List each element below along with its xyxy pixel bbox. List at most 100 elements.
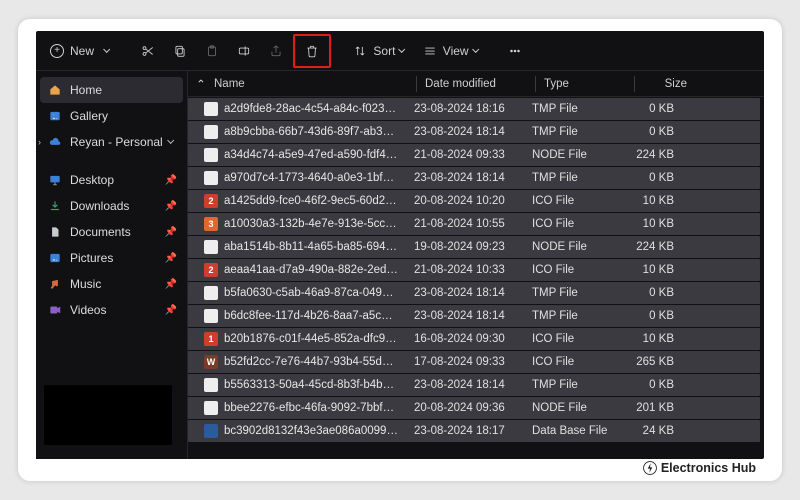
new-button[interactable]: + New bbox=[42, 37, 119, 65]
share-icon bbox=[269, 44, 283, 58]
table-row[interactable]: a2d9fde8-28ac-4c54-a84c-f023a075f77e...2… bbox=[188, 98, 760, 120]
table-row[interactable]: bbee2276-efbc-46fa-9092-7bbfeeb6d59...20… bbox=[188, 397, 760, 419]
file-name: bbee2276-efbc-46fa-9092-7bbfeeb6d59... bbox=[224, 402, 398, 414]
table-row[interactable]: a34d4c74-a5e9-47ed-a590-fdf40eae55f0... 2… bbox=[188, 144, 760, 166]
file-name: a1425dd9-fce0-46f2-9ec5-60d2ebe85eef... bbox=[224, 195, 398, 207]
sidebar-item-reyan-personal[interactable]: ›Reyan - Personal bbox=[40, 129, 183, 155]
file-explorer-window: + New bbox=[36, 31, 764, 459]
rename-button[interactable] bbox=[229, 37, 259, 65]
file-date: 23-08-2024 18:17 bbox=[406, 425, 524, 437]
column-header-date[interactable]: Date modified bbox=[417, 78, 535, 90]
file-type: TMP File bbox=[524, 103, 622, 115]
chevron-down-icon bbox=[103, 46, 111, 54]
sidebar-item-label: Videos bbox=[70, 303, 106, 317]
file-name: b5563313-50a4-45cd-8b3f-b4ba84eed6f... bbox=[224, 379, 398, 391]
pin-icon: 📌 bbox=[165, 227, 177, 238]
file-date: 17-08-2024 09:33 bbox=[406, 356, 524, 368]
file-size: 10 KB bbox=[622, 195, 692, 207]
file-size: 224 KB bbox=[622, 241, 692, 253]
file-date: 23-08-2024 18:14 bbox=[406, 172, 524, 184]
sort-button[interactable]: Sort bbox=[345, 37, 412, 65]
copy-button[interactable] bbox=[165, 37, 195, 65]
file-type: TMP File bbox=[524, 126, 622, 138]
file-date: 21-08-2024 09:33 bbox=[406, 149, 524, 161]
clipboard-icon bbox=[205, 44, 219, 58]
file-icon bbox=[204, 240, 218, 254]
music-icon bbox=[48, 277, 62, 291]
sidebar-item-desktop[interactable]: Desktop📌 bbox=[40, 167, 183, 193]
sidebar-item-label: Music bbox=[70, 277, 101, 291]
cut-button[interactable] bbox=[133, 37, 163, 65]
file-type: TMP File bbox=[524, 310, 622, 322]
scissors-icon bbox=[141, 44, 155, 58]
view-button[interactable]: View bbox=[415, 37, 486, 65]
sidebar-item-pictures[interactable]: Pictures📌 bbox=[40, 245, 183, 271]
file-date: 21-08-2024 10:33 bbox=[406, 264, 524, 276]
sidebar-item-home[interactable]: Home bbox=[40, 77, 183, 103]
table-row[interactable]: 2aeaa41aa-d7a9-490a-882e-2edfaaabbd...21… bbox=[188, 259, 760, 281]
more-button[interactable] bbox=[500, 37, 530, 65]
file-size: 0 KB bbox=[622, 103, 692, 115]
table-row[interactable]: bc3902d8132f43e3ae086a009979fa8823-08-20… bbox=[188, 420, 760, 442]
file-size: 265 KB bbox=[622, 356, 692, 368]
delete-button[interactable] bbox=[293, 34, 331, 68]
table-row[interactable]: 1b20b1876-c01f-44e5-852a-dfc994e50a9...1… bbox=[188, 328, 760, 350]
file-type: ICO File bbox=[524, 333, 622, 345]
file-size: 0 KB bbox=[622, 287, 692, 299]
file-date: 21-08-2024 10:55 bbox=[406, 218, 524, 230]
plus-circle-icon: + bbox=[50, 44, 64, 58]
file-name: a8b9cbba-66b7-43d6-89f7-ab3953fb9c7... bbox=[224, 126, 398, 138]
file-icon: 1 bbox=[204, 332, 218, 346]
watermark: Electronics Hub bbox=[643, 461, 756, 475]
sort-indicator-icon: ⌃ bbox=[196, 77, 206, 91]
sidebar-item-documents[interactable]: Documents📌 bbox=[40, 219, 183, 245]
sidebar: HomeGallery›Reyan - Personal Desktop📌Dow… bbox=[36, 71, 188, 459]
file-name: a2d9fde8-28ac-4c54-a84c-f023a075f77e... bbox=[224, 103, 398, 115]
sidebar-item-music[interactable]: Music📌 bbox=[40, 271, 183, 297]
file-name: a970d7c4-1773-4640-a0e3-1bf28c8f1dd... bbox=[224, 172, 398, 184]
sidebar-item-gallery[interactable]: Gallery bbox=[40, 103, 183, 129]
file-icon bbox=[204, 309, 218, 323]
sidebar-item-downloads[interactable]: Downloads 📌 bbox=[40, 193, 183, 219]
file-type: ICO File bbox=[524, 356, 622, 368]
file-icon bbox=[204, 378, 218, 392]
file-name: aeaa41aa-d7a9-490a-882e-2edfaaabbd... bbox=[224, 264, 398, 276]
table-row[interactable]: a8b9cbba-66b7-43d6-89f7-ab3953fb9c7...23… bbox=[188, 121, 760, 143]
sort-label: Sort bbox=[373, 44, 395, 58]
paste-button[interactable] bbox=[197, 37, 227, 65]
column-header-name[interactable]: Name bbox=[206, 78, 416, 90]
column-header-size[interactable]: Size bbox=[635, 78, 705, 90]
table-row[interactable]: b5fa0630-c5ab-46a9-87ca-0495d18214c... 23… bbox=[188, 282, 760, 304]
file-icon bbox=[204, 102, 218, 116]
copy-icon bbox=[173, 44, 187, 58]
home-icon bbox=[48, 83, 62, 97]
file-date: 16-08-2024 09:30 bbox=[406, 333, 524, 345]
file-name: aba1514b-8b11-4a65-ba85-6940d4f6e4... bbox=[224, 241, 398, 253]
file-name: a34d4c74-a5e9-47ed-a590-fdf40eae55f0... bbox=[224, 149, 398, 161]
table-row[interactable]: a970d7c4-1773-4640-a0e3-1bf28c8f1dd... 23… bbox=[188, 167, 760, 189]
view-label: View bbox=[443, 44, 469, 58]
file-date: 20-08-2024 10:20 bbox=[406, 195, 524, 207]
share-button[interactable] bbox=[261, 37, 291, 65]
chevron-down-icon bbox=[167, 137, 175, 145]
table-row[interactable]: b6dc8fee-117d-4b26-8aa7-a5cbafe7d22...23… bbox=[188, 305, 760, 327]
file-size: 0 KB bbox=[622, 172, 692, 184]
table-row[interactable]: Wb52fd2cc-7e76-44b7-93b4-55d1d985da...17… bbox=[188, 351, 760, 373]
file-date: 23-08-2024 18:14 bbox=[406, 287, 524, 299]
table-row[interactable]: b5563313-50a4-45cd-8b3f-b4ba84eed6f...23… bbox=[188, 374, 760, 396]
file-rows[interactable]: a2d9fde8-28ac-4c54-a84c-f023a075f77e... 2… bbox=[188, 97, 764, 459]
column-header-type[interactable]: Type bbox=[536, 78, 634, 90]
pin-icon: 📌 bbox=[165, 201, 177, 212]
chevron-down-icon bbox=[471, 46, 479, 54]
file-icon: 2 bbox=[204, 194, 218, 208]
sidebar-item-label: Downloads bbox=[70, 199, 129, 213]
table-row[interactable]: 2 a1425dd9-fce0-46f2-9ec5-60d2ebe85eef...… bbox=[188, 190, 760, 212]
table-row[interactable]: aba1514b-8b11-4a65-ba85-6940d4f6e4...19-… bbox=[188, 236, 760, 258]
table-row[interactable]: 3a10030a3-132b-4e7e-913e-5cc07d58fef...2… bbox=[188, 213, 760, 235]
sidebar-item-videos[interactable]: Videos📌 bbox=[40, 297, 183, 323]
file-name: b5fa0630-c5ab-46a9-87ca-0495d18214c... bbox=[224, 287, 398, 299]
file-icon: W bbox=[204, 355, 218, 369]
rename-icon bbox=[237, 44, 251, 58]
chevron-right-icon: › bbox=[38, 137, 41, 147]
cloud-icon bbox=[48, 135, 62, 149]
